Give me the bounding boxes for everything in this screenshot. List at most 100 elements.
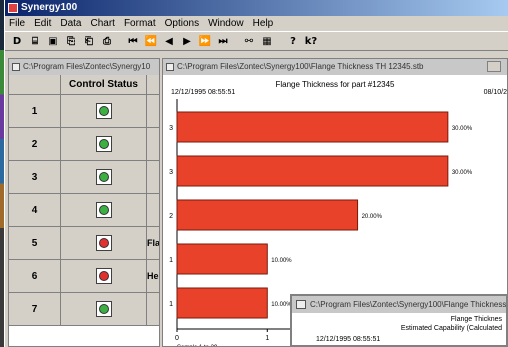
chart-date-right: 08/10/2	[483, 89, 507, 96]
control-window-titlebar[interactable]: C:\Program Files\Zontec\Synergy10	[9, 59, 159, 75]
bar[interactable]	[176, 199, 359, 231]
row-side-label: Fla	[147, 227, 159, 259]
bar[interactable]	[176, 155, 449, 187]
chart-date: 12/12/1995 08:55:51	[171, 89, 236, 96]
status-light-icon[interactable]	[95, 103, 112, 119]
data-label: 30.00%	[452, 170, 473, 176]
menu-data[interactable]: Data	[60, 16, 81, 31]
app-icon	[8, 3, 18, 13]
toolbar-separator	[233, 33, 239, 49]
capability-window-title: C:\Program Files\Zontec\Synergy100\Flang…	[310, 300, 506, 309]
status-cell	[61, 161, 147, 193]
calculator-icon[interactable]: ▦	[259, 33, 275, 49]
row-number: 2	[9, 128, 61, 160]
menu-format[interactable]: Format	[124, 16, 156, 31]
row-side-label	[147, 293, 159, 325]
capability-window[interactable]: C:\Program Files\Zontec\Synergy100\Flang…	[290, 294, 508, 347]
bar[interactable]	[176, 287, 268, 319]
status-light-icon[interactable]	[95, 235, 112, 251]
status-cell	[61, 260, 147, 292]
minimize-button[interactable]	[487, 61, 501, 72]
control-row[interactable]: 4	[9, 194, 159, 227]
status-cell	[61, 227, 147, 259]
menu-file[interactable]: File	[9, 16, 25, 31]
control-status-window[interactable]: C:\Program Files\Zontec\Synergy10 Contro…	[8, 58, 160, 347]
row-side-label: He	[147, 260, 159, 292]
control-grid-header: Control Status	[9, 75, 159, 95]
category-label: 2	[169, 213, 173, 220]
row-side-label	[147, 161, 159, 193]
control-row[interactable]: 3	[9, 161, 159, 194]
bar[interactable]	[176, 111, 449, 143]
chart-window-titlebar[interactable]: C:\Program Files\Zontec\Synergy100\Flang…	[163, 59, 507, 75]
chart-window-icon	[166, 63, 174, 71]
status-light-icon[interactable]	[95, 202, 112, 218]
control-row[interactable]: 7	[9, 293, 159, 326]
sample-range-label: Sample 1 to 29	[177, 345, 218, 346]
paste-icon[interactable]: ⎗	[81, 33, 97, 49]
control-rows: 1 2 3 4 5 Fla 6 He 7	[9, 95, 159, 326]
title-bar: Synergy100	[5, 0, 508, 16]
category-label: 1	[169, 257, 173, 264]
next-icon[interactable]: ▶	[179, 33, 195, 49]
category-label: 3	[169, 169, 173, 176]
row-number: 6	[9, 260, 61, 292]
control-row[interactable]: 1	[9, 95, 159, 128]
context-help-icon[interactable]: k?	[303, 33, 319, 49]
open-folder-icon[interactable]: ⌸	[27, 33, 43, 49]
status-cell	[61, 95, 147, 127]
status-light-icon[interactable]	[95, 268, 112, 284]
row-number: 5	[9, 227, 61, 259]
menu-chart[interactable]: Chart	[90, 16, 114, 31]
data-label: 30.00%	[452, 126, 473, 132]
new-doc-icon[interactable]: D	[9, 33, 25, 49]
x-tick-label: 0	[175, 335, 179, 342]
capability-description: Estimated Capability (Calculated	[400, 325, 502, 332]
control-row[interactable]: 5 Fla	[9, 227, 159, 260]
menu-window[interactable]: Window	[208, 16, 244, 31]
control-row[interactable]: 2	[9, 128, 159, 161]
status-cell	[61, 194, 147, 226]
row-number: 7	[9, 293, 61, 325]
menu-help[interactable]: Help	[253, 16, 274, 31]
menu-edit[interactable]: Edit	[34, 16, 51, 31]
toolbar-separator	[277, 33, 283, 49]
control-window-title: C:\Program Files\Zontec\Synergy10	[23, 62, 151, 71]
bar[interactable]	[176, 243, 268, 275]
window-icon	[12, 63, 20, 71]
x-tick-label: 1	[265, 335, 269, 342]
control-status-header: Control Status	[61, 75, 147, 94]
category-label: 3	[169, 125, 173, 132]
row-number: 3	[9, 161, 61, 193]
status-light-icon[interactable]	[95, 136, 112, 152]
rewind-icon[interactable]: ⏪	[143, 33, 159, 49]
status-light-icon[interactable]	[95, 169, 112, 185]
chart-header: Flange Thickness for part #12345 12/12/1…	[163, 75, 507, 97]
toolbar-separator	[117, 33, 123, 49]
control-row[interactable]: 6 He	[9, 260, 159, 293]
save-icon[interactable]: ▣	[45, 33, 61, 49]
last-icon[interactable]: ⏭	[215, 33, 231, 49]
copy-icon[interactable]: ⎘	[63, 33, 79, 49]
capability-window-icon	[296, 300, 306, 309]
control-status-grid: Control Status 1 2 3 4 5 Fla 6 He 7	[9, 75, 159, 326]
status-light-icon[interactable]	[95, 301, 112, 317]
menu-options[interactable]: Options	[165, 16, 199, 31]
help-icon[interactable]: ?	[285, 33, 301, 49]
fast-forward-icon[interactable]: ⏩	[197, 33, 213, 49]
toolbar: D ⌸ ▣ ⎘ ⎗ ⎙ ⏮ ⏪ ◀ ▶ ⏩ ⏭ ⚯ ▦? k?	[5, 31, 508, 51]
prev-icon[interactable]: ◀	[161, 33, 177, 49]
capability-subtitle: Flange Thicknes	[450, 316, 502, 323]
row-side-label	[147, 95, 159, 127]
capability-window-titlebar[interactable]: C:\Program Files\Zontec\Synergy100\Flang…	[292, 296, 506, 313]
status-cell	[61, 128, 147, 160]
data-label: 20.00%	[362, 214, 383, 220]
window-title: Synergy100	[21, 2, 78, 13]
header-corner	[9, 75, 61, 94]
data-label: 10.00%	[271, 258, 292, 264]
print-icon[interactable]: ⎙	[99, 33, 115, 49]
first-icon[interactable]: ⏮	[125, 33, 141, 49]
chart-title: Flange Thickness for part #12345	[275, 80, 395, 89]
category-label: 1	[169, 301, 173, 308]
binoculars-icon[interactable]: ⚯	[241, 33, 257, 49]
